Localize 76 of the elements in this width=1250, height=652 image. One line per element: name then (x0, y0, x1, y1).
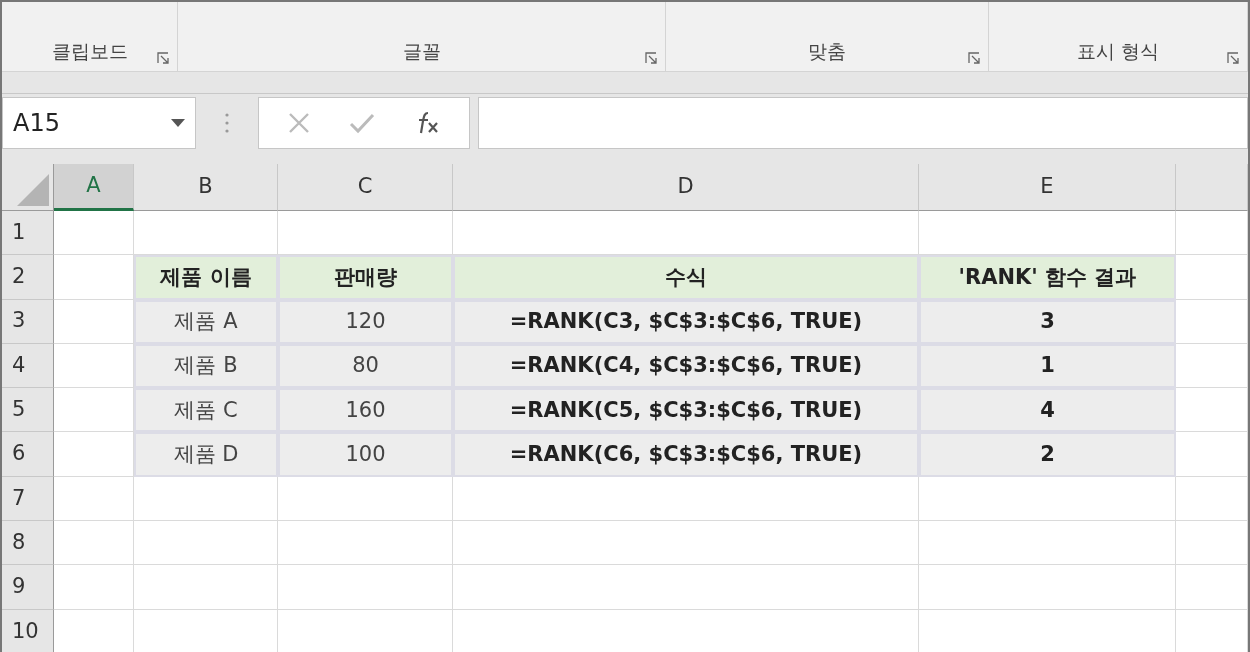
row-header[interactable]: 2 (2, 255, 54, 300)
grid-cell[interactable] (54, 521, 134, 566)
header-cell: 'RANK' 함수 결과 (919, 255, 1176, 300)
grid-cell[interactable] (1176, 299, 1248, 344)
table-cell: 제품 D (134, 432, 278, 477)
group-label: 글꼴 (402, 38, 441, 64)
check-icon[interactable] (349, 111, 375, 134)
grid-cell[interactable] (54, 565, 134, 610)
grid-cell[interactable] (919, 521, 1176, 566)
group-label: 맞춤 (808, 38, 846, 64)
grid-cell[interactable] (919, 476, 1176, 522)
grid-cell[interactable] (453, 565, 919, 610)
resize-handle-icon[interactable] (225, 111, 229, 134)
grid-cell[interactable] (1176, 565, 1248, 610)
column-header[interactable]: B (134, 164, 278, 211)
row-header[interactable]: 3 (2, 299, 54, 344)
column-header[interactable]: A (54, 164, 134, 211)
grid-cell[interactable] (54, 211, 134, 256)
grid-cell[interactable] (1176, 432, 1248, 477)
row-header[interactable]: 4 (2, 343, 54, 389)
table-cell: =RANK(C3, $C$3:$C$6, TRUE) (453, 299, 919, 344)
table-cell: 80 (278, 343, 453, 389)
header-cell: 수식 (453, 255, 919, 300)
grid-cell[interactable] (54, 476, 134, 522)
formula-input[interactable] (478, 96, 1248, 149)
grid-cell[interactable] (134, 565, 278, 610)
grid-cell[interactable] (134, 476, 278, 522)
grid-cell[interactable] (453, 476, 919, 522)
group-label: 클립보드 (51, 38, 128, 64)
column-header[interactable]: E (919, 164, 1176, 211)
table-cell: 2 (919, 432, 1176, 477)
row-header[interactable]: 10 (2, 609, 54, 652)
grid-cell[interactable] (453, 521, 919, 566)
table-cell: 제품 A (134, 299, 278, 344)
table-cell: 제품 C (134, 388, 278, 433)
row-header[interactable]: 9 (2, 565, 54, 610)
row-header[interactable]: 1 (2, 211, 54, 256)
dialog-launcher-icon[interactable] (968, 52, 980, 64)
column-header[interactable] (1176, 164, 1248, 211)
grid-cell[interactable] (919, 565, 1176, 610)
grid-cell[interactable] (134, 521, 278, 566)
grid-cell[interactable] (1176, 343, 1248, 389)
name-box[interactable]: A15 (2, 96, 196, 149)
select-all-corner[interactable] (2, 164, 54, 211)
row-header[interactable]: 8 (2, 521, 54, 566)
table-cell: 3 (919, 299, 1176, 344)
header-cell: 판매량 (278, 255, 453, 300)
grid-cell[interactable] (1176, 255, 1248, 300)
grid-cell[interactable] (1176, 476, 1248, 522)
table-cell: 120 (278, 299, 453, 344)
table-cell: 제품 B (134, 343, 278, 389)
table-cell: =RANK(C4, $C$3:$C$6, TRUE) (453, 343, 919, 389)
column-header[interactable]: C (278, 164, 453, 211)
table-cell: 1 (919, 343, 1176, 389)
table-cell: 160 (278, 388, 453, 433)
header-cell: 제품 이름 (134, 255, 278, 300)
row-header[interactable]: 5 (2, 388, 54, 433)
table-cell: =RANK(C6, $C$3:$C$6, TRUE) (453, 432, 919, 477)
table-cell: 100 (278, 432, 453, 477)
dropdown-caret-icon (171, 118, 185, 127)
dialog-launcher-icon[interactable] (157, 52, 169, 64)
table-cell: 4 (919, 388, 1176, 433)
dialog-launcher-icon[interactable] (1227, 52, 1239, 64)
row-header[interactable]: 6 (2, 432, 54, 477)
column-header[interactable]: D (453, 164, 919, 211)
row-header[interactable]: 7 (2, 476, 54, 522)
grid-cell[interactable] (278, 565, 453, 610)
grid-cell[interactable] (1176, 211, 1248, 256)
group-label: 표시 형식 (1076, 38, 1159, 64)
table-cell: =RANK(C5, $C$3:$C$6, TRUE) (453, 388, 919, 433)
grid-cell[interactable] (1176, 521, 1248, 566)
grid-cell[interactable] (1176, 388, 1248, 433)
grid-cell[interactable] (278, 476, 453, 522)
cancel-icon[interactable] (288, 111, 311, 134)
grid-cell[interactable] (278, 521, 453, 566)
dialog-launcher-icon[interactable] (645, 52, 657, 64)
